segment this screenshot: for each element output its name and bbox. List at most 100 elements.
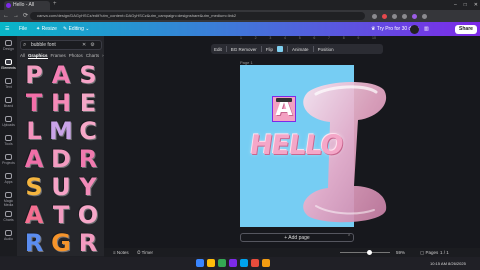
- resize-button[interactable]: ✦ Resize: [36, 22, 57, 36]
- avatar[interactable]: [410, 25, 419, 34]
- pages-button[interactable]: ▢ Pages: [420, 248, 438, 257]
- tab-charts[interactable]: Charts: [86, 53, 99, 59]
- taskbar-app-icon[interactable]: [207, 259, 215, 267]
- extension-icon[interactable]: [382, 14, 387, 19]
- file-button[interactable]: File: [19, 22, 27, 36]
- notes-button[interactable]: ≡ Notes: [113, 248, 129, 257]
- browser-tab[interactable]: Hello - All: [4, 1, 50, 10]
- bubble-letter-graphic[interactable]: H: [49, 90, 73, 116]
- hello-text[interactable]: HELLO: [248, 130, 345, 161]
- ruler-tick: 10: [372, 36, 376, 40]
- taskbar-app-icon[interactable]: [196, 259, 204, 267]
- tab-graphics[interactable]: Graphics: [28, 53, 48, 59]
- collapse-pages-icon[interactable]: ⌃: [347, 233, 351, 242]
- taskbar-app-icon[interactable]: [218, 259, 226, 267]
- extension-icon[interactable]: [392, 14, 397, 19]
- insights-icon[interactable]: ▥: [424, 22, 429, 36]
- url-field[interactable]: canva.com/design/DAGyHSCz/edit?utm_conte…: [30, 12, 365, 20]
- bubble-letter-graphic[interactable]: Y: [76, 174, 100, 200]
- search-icon: ⌕: [23, 42, 27, 48]
- taskbar-app-icon[interactable]: [251, 259, 259, 267]
- clear-icon[interactable]: ✕: [82, 40, 86, 50]
- maximize-icon[interactable]: □: [464, 0, 467, 10]
- bg-remover-button[interactable]: BG Remover: [231, 47, 257, 52]
- share-button[interactable]: Share: [455, 25, 477, 34]
- bubble-letter-graphic[interactable]: T: [22, 90, 46, 116]
- extension-icon[interactable]: [402, 14, 407, 19]
- bubble-letter-graphic[interactable]: R: [76, 230, 100, 256]
- rail-charts[interactable]: Charts: [0, 211, 17, 222]
- color-swatch[interactable]: [277, 46, 284, 52]
- flip-button[interactable]: Flip: [266, 47, 273, 52]
- rail-apps[interactable]: Apps: [0, 173, 17, 184]
- rail-label: Charts: [3, 218, 14, 222]
- bubble-letter-graphic[interactable]: M: [49, 118, 73, 144]
- chart-icon: [5, 211, 12, 217]
- edit-button[interactable]: Edit: [214, 47, 222, 52]
- tab-photos[interactable]: Photos: [69, 53, 83, 59]
- timer-button[interactable]: ⏱ Timer: [137, 248, 153, 257]
- add-page-button[interactable]: + Add page: [240, 233, 354, 242]
- bubble-letter-graphic[interactable]: S: [22, 174, 46, 200]
- menu-icon[interactable]: ☰: [5, 22, 9, 36]
- editing-mode-button[interactable]: ✎ Editing ⌄: [63, 22, 89, 36]
- ruler-tick: 7: [328, 36, 330, 40]
- bubble-letter-graphic[interactable]: G: [49, 230, 73, 256]
- rail-magic-media[interactable]: Magic Media: [0, 192, 17, 207]
- bubble-letter-graphic[interactable]: A: [22, 202, 46, 228]
- rail-elements[interactable]: Elements: [0, 59, 17, 70]
- canva-favicon-icon: [6, 3, 11, 8]
- rail-brand[interactable]: Brand: [0, 97, 17, 108]
- bubble-letter-graphic[interactable]: L: [22, 118, 46, 144]
- rail-text[interactable]: Text: [0, 78, 17, 89]
- bubble-letter-graphic[interactable]: D: [49, 146, 73, 172]
- close-icon[interactable]: ✕: [474, 0, 478, 10]
- bubble-letter-graphic[interactable]: R: [22, 230, 46, 256]
- bubble-letter-graphic[interactable]: P: [22, 62, 46, 88]
- bubble-letter-graphic[interactable]: A: [22, 146, 46, 172]
- search-value[interactable]: bubble font: [31, 40, 56, 50]
- back-icon[interactable]: ←: [3, 11, 9, 21]
- bubble-letter-graphic[interactable]: U: [49, 174, 73, 200]
- bubble-letter-graphic[interactable]: S: [76, 62, 100, 88]
- filter-icon[interactable]: ⚙: [90, 40, 94, 50]
- forward-icon[interactable]: →: [13, 11, 19, 21]
- tab-frames[interactable]: Frames: [51, 53, 66, 59]
- zoom-level[interactable]: 59%: [396, 248, 405, 257]
- bubble-letter-graphic[interactable]: C: [76, 118, 100, 144]
- tools-icon: [5, 135, 12, 141]
- design-icon: [5, 40, 12, 46]
- reload-icon[interactable]: ⟳: [23, 11, 28, 21]
- rail-tools[interactable]: Tools: [0, 135, 17, 146]
- divider: [287, 46, 289, 52]
- taskbar-app-icon[interactable]: [262, 259, 270, 267]
- bubble-letter-graphic[interactable]: R: [76, 146, 100, 172]
- folder-icon: [5, 154, 12, 160]
- taskbar-app-icon[interactable]: [240, 259, 248, 267]
- rail-uploads[interactable]: Uploads: [0, 116, 17, 127]
- new-tab-button[interactable]: +: [53, 1, 57, 7]
- zoom-slider[interactable]: [340, 252, 390, 253]
- bubble-letter-graphic[interactable]: O: [76, 202, 100, 228]
- position-button[interactable]: Position: [318, 47, 334, 52]
- minimize-icon[interactable]: –: [454, 0, 457, 10]
- ruler-tick: 4: [284, 36, 286, 40]
- rail-audio[interactable]: Audio: [0, 230, 17, 241]
- rail-label: Design: [3, 47, 14, 51]
- extension-icon[interactable]: [372, 14, 377, 19]
- brand-icon: [5, 97, 12, 103]
- canva-window: Hello - All + – □ ✕ ← → ⟳ canva.com/desi…: [0, 0, 480, 270]
- bubble-letter-graphic[interactable]: A: [49, 62, 73, 88]
- bubble-letter-graphic[interactable]: T: [49, 202, 73, 228]
- tab-all[interactable]: All: [20, 53, 25, 59]
- taskbar-app-icon[interactable]: [229, 259, 237, 267]
- ruler-tick: 6: [313, 36, 316, 40]
- rail-projects[interactable]: Projects: [0, 154, 17, 165]
- zoom-slider-handle[interactable]: [367, 250, 372, 255]
- more-icon[interactable]: [422, 14, 427, 19]
- rail-label: Brand: [3, 104, 14, 108]
- bubble-letter-graphic[interactable]: E: [76, 90, 100, 116]
- animate-button[interactable]: Animate: [292, 47, 309, 52]
- rail-design[interactable]: Design: [0, 40, 17, 51]
- profile-icon[interactable]: [412, 14, 417, 19]
